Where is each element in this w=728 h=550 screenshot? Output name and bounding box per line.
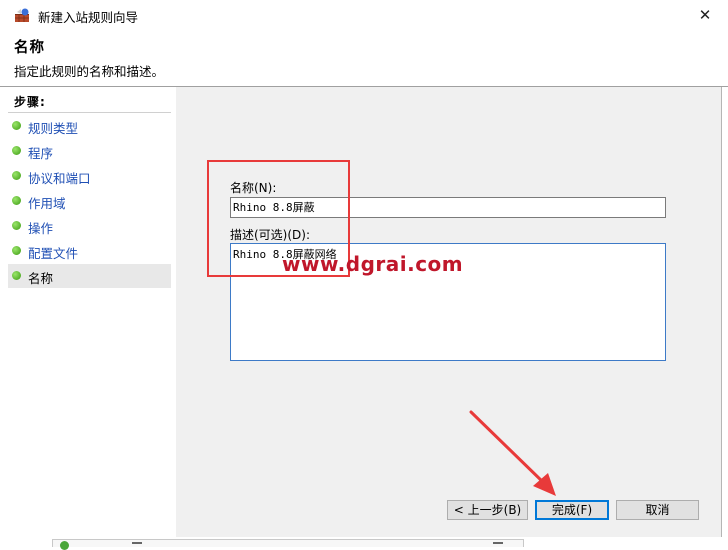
dash-icon (493, 542, 503, 544)
firewall-app-icon (15, 8, 29, 22)
step-label[interactable]: 程序 (28, 143, 53, 162)
title-bar: 新建入站规则向导 ✕ (0, 0, 728, 30)
step-label[interactable]: 操作 (28, 218, 53, 237)
finish-button[interactable]: 完成(F) (535, 500, 609, 520)
step-status-icon (12, 221, 21, 230)
step-profile[interactable]: 配置文件 (8, 239, 171, 263)
background-window-strip (0, 537, 728, 550)
close-icon[interactable]: ✕ (682, 0, 728, 30)
step-status-icon (12, 146, 21, 155)
window-title: 新建入站规则向导 (38, 10, 139, 25)
page-subtitle: 指定此规则的名称和描述。 (14, 64, 165, 79)
step-name[interactable]: 名称 (8, 264, 171, 288)
steps-heading: 步骤: (14, 95, 46, 109)
step-status-icon (12, 171, 21, 180)
wizard-header: 名称 指定此规则的名称和描述。 (0, 30, 728, 86)
step-label[interactable]: 规则类型 (28, 118, 78, 137)
steps-divider (8, 112, 171, 113)
step-status-icon (12, 196, 21, 205)
dash-icon (132, 542, 142, 544)
back-button[interactable]: < 上一步(B) (447, 500, 528, 520)
step-status-icon (12, 271, 21, 280)
page-title: 名称 (14, 40, 45, 56)
step-label[interactable]: 作用域 (28, 193, 66, 212)
step-label[interactable]: 协议和端口 (28, 168, 91, 187)
cancel-button[interactable]: 取消 (616, 500, 699, 520)
steps-panel: 步骤: 规则类型 程序 协议和端口 作用域 操作 配置文件 名称 (0, 87, 174, 546)
step-status-icon (12, 246, 21, 255)
window-edge (721, 87, 728, 546)
watermark-text: www.dgrai.com (282, 252, 464, 276)
step-scope[interactable]: 作用域 (8, 189, 171, 213)
step-protocol-port[interactable]: 协议和端口 (8, 164, 171, 188)
step-program[interactable]: 程序 (8, 139, 171, 163)
step-label[interactable]: 配置文件 (28, 243, 78, 262)
step-label[interactable]: 名称 (28, 268, 53, 287)
step-action[interactable]: 操作 (8, 214, 171, 238)
step-status-icon (12, 121, 21, 130)
step-rule-type[interactable]: 规则类型 (8, 114, 171, 138)
